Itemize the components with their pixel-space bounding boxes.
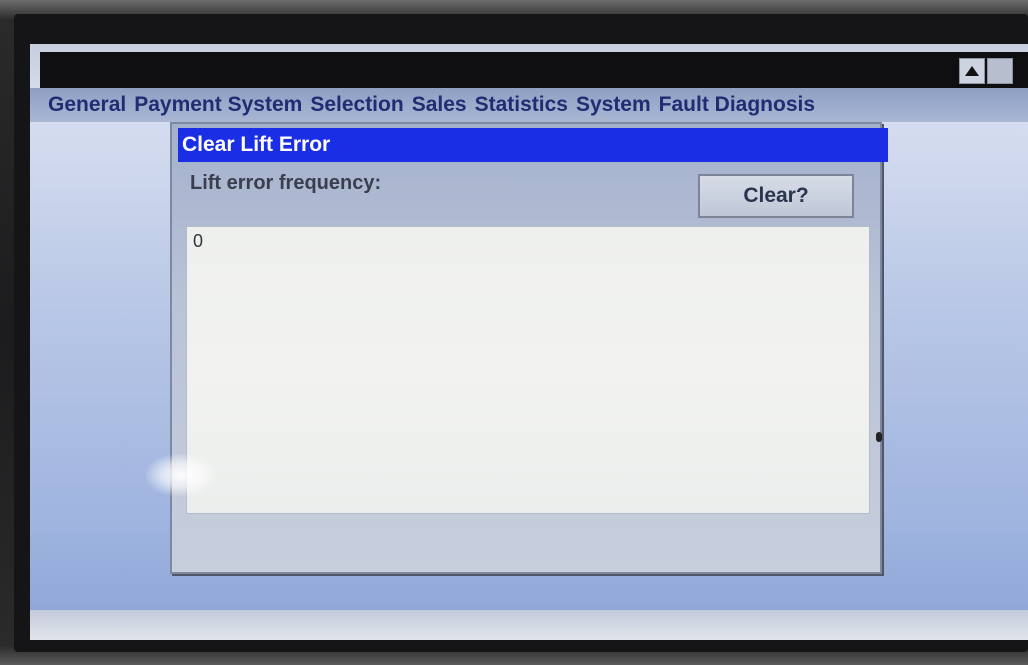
bottom-strip <box>30 610 1028 640</box>
scroll-indicator <box>876 432 882 442</box>
lift-error-frequency-label: Lift error frequency: <box>190 172 382 194</box>
clear-button[interactable]: Clear? <box>698 174 854 218</box>
menu-item-fault-diagnosis[interactable]: Fault Diagnosis <box>659 93 815 117</box>
screen-glare <box>146 454 216 496</box>
menu-item-statistics[interactable]: Statistics <box>475 93 568 117</box>
scroll-up-button[interactable] <box>959 58 985 84</box>
lift-error-frequency-display: 0 <box>186 226 870 514</box>
menu-item-general[interactable]: General <box>48 93 126 117</box>
triangle-up-icon <box>965 66 979 76</box>
window-box-button[interactable] <box>987 58 1013 84</box>
dialog-title: Clear Lift Error <box>178 128 888 162</box>
menu-item-payment-system[interactable]: Payment System <box>134 93 302 117</box>
menu-bar: General Payment System Selection Sales S… <box>30 88 1028 122</box>
menu-item-sales[interactable]: Sales <box>412 93 467 117</box>
lift-error-frequency-value: 0 <box>193 231 204 251</box>
menu-item-system[interactable]: System <box>576 93 651 117</box>
clear-lift-error-dialog: Clear Lift Error Lift error frequency: C… <box>170 122 888 574</box>
screen: General Payment System Selection Sales S… <box>30 44 1028 640</box>
menu-item-selection[interactable]: Selection <box>310 93 403 117</box>
window-titlebar <box>40 52 1028 88</box>
